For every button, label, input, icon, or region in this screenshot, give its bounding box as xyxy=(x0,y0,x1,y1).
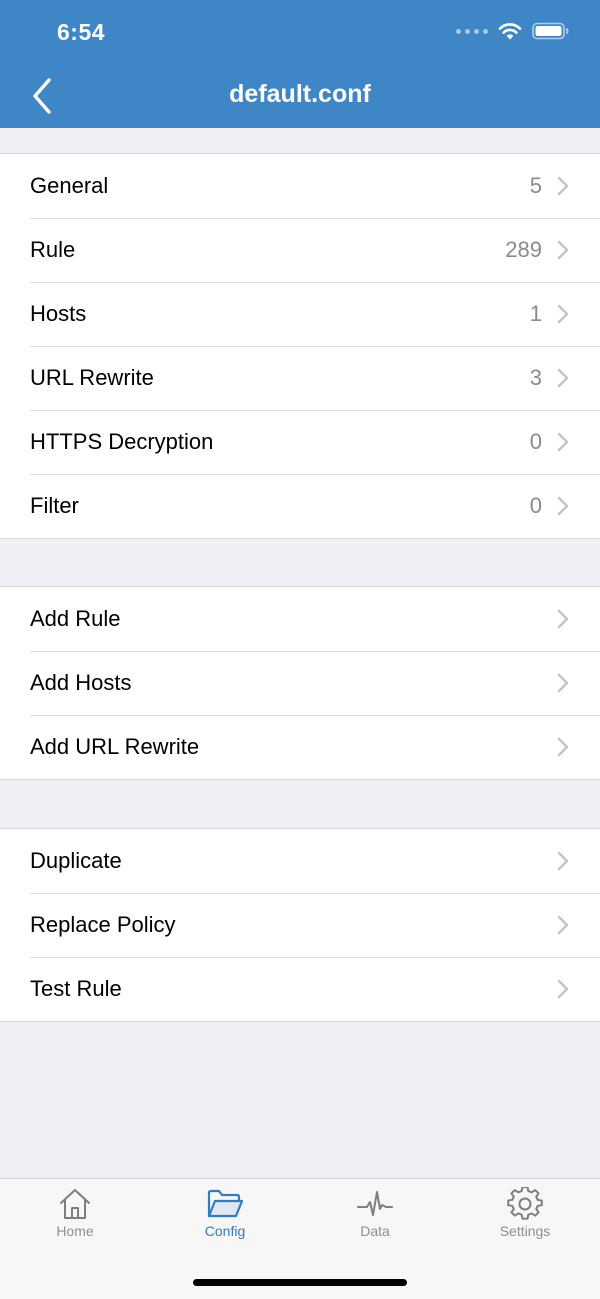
navigation-header: 6:54 default.conf xyxy=(0,0,600,128)
chevron-right-icon xyxy=(556,672,570,694)
pulse-icon xyxy=(357,1191,393,1216)
row-label: Hosts xyxy=(30,301,87,326)
status-time: 6:54 xyxy=(57,19,106,45)
wifi-icon xyxy=(498,23,522,40)
screen: 6:54 default.conf General 5 Rule 289 Hos… xyxy=(0,0,600,1299)
row-count: 0 xyxy=(529,493,542,518)
gear-icon xyxy=(507,1187,543,1220)
row-count: 3 xyxy=(529,365,542,390)
row-count: 1 xyxy=(529,301,542,326)
row-hosts[interactable]: Hosts 1 xyxy=(0,282,600,346)
row-label: Replace Policy xyxy=(30,912,176,937)
tab-label: Home xyxy=(56,1223,94,1239)
row-add-hosts[interactable]: Add Hosts xyxy=(0,651,600,715)
tab-config[interactable]: Config xyxy=(150,1187,300,1239)
row-label: HTTPS Decryption xyxy=(30,429,214,454)
home-indicator xyxy=(193,1279,407,1286)
row-count: 5 xyxy=(529,173,542,198)
row-test-rule[interactable]: Test Rule xyxy=(0,957,600,1021)
row-https-decryption[interactable]: HTTPS Decryption 0 xyxy=(0,410,600,474)
folder-icon xyxy=(207,1189,244,1218)
row-label: Add Hosts xyxy=(30,670,132,695)
status-indicators xyxy=(456,22,570,40)
tab-label: Config xyxy=(204,1223,246,1239)
chevron-right-icon xyxy=(556,850,570,872)
chevron-right-icon xyxy=(556,367,570,389)
tab-data[interactable]: Data xyxy=(300,1187,450,1239)
row-duplicate[interactable]: Duplicate xyxy=(0,829,600,893)
row-label: Add URL Rewrite xyxy=(30,734,200,759)
row-count: 0 xyxy=(529,429,542,454)
tab-home[interactable]: Home xyxy=(0,1187,150,1239)
house-icon xyxy=(60,1189,90,1219)
row-label: Duplicate xyxy=(30,848,122,873)
tab-label: Settings xyxy=(499,1223,551,1239)
row-label: General xyxy=(30,173,109,198)
chevron-right-icon xyxy=(556,978,570,1000)
tab-label: Data xyxy=(360,1223,390,1239)
row-label: URL Rewrite xyxy=(30,365,154,390)
row-label: Test Rule xyxy=(30,976,122,1001)
row-add-url-rewrite[interactable]: Add URL Rewrite xyxy=(0,715,600,779)
row-label: Filter xyxy=(30,493,79,518)
chevron-right-icon xyxy=(556,175,570,197)
tab-settings[interactable]: Settings xyxy=(450,1187,600,1239)
cellular-signal-icon xyxy=(456,28,488,34)
row-add-rule[interactable]: Add Rule xyxy=(0,587,600,651)
row-general[interactable]: General 5 xyxy=(0,154,600,218)
chevron-right-icon xyxy=(556,608,570,630)
chevron-right-icon xyxy=(556,736,570,758)
row-label: Rule xyxy=(30,237,76,262)
config-sections-group: General 5 Rule 289 Hosts 1 URL Rewrite 3… xyxy=(0,153,600,539)
battery-icon xyxy=(532,22,569,40)
chevron-right-icon xyxy=(556,495,570,517)
chevron-right-icon xyxy=(556,914,570,936)
add-actions-group: Add Rule Add Hosts Add URL Rewrite xyxy=(0,586,600,780)
row-filter[interactable]: Filter 0 xyxy=(0,474,600,538)
row-url-rewrite[interactable]: URL Rewrite 3 xyxy=(0,346,600,410)
row-label: Add Rule xyxy=(30,606,121,631)
chevron-right-icon xyxy=(556,303,570,325)
chevron-right-icon xyxy=(556,239,570,261)
row-rule[interactable]: Rule 289 xyxy=(0,218,600,282)
tools-group: Duplicate Replace Policy Test Rule xyxy=(0,828,600,1022)
row-replace-policy[interactable]: Replace Policy xyxy=(0,893,600,957)
page-title: default.conf xyxy=(229,80,371,108)
chevron-right-icon xyxy=(556,431,570,453)
row-count: 289 xyxy=(505,237,542,262)
